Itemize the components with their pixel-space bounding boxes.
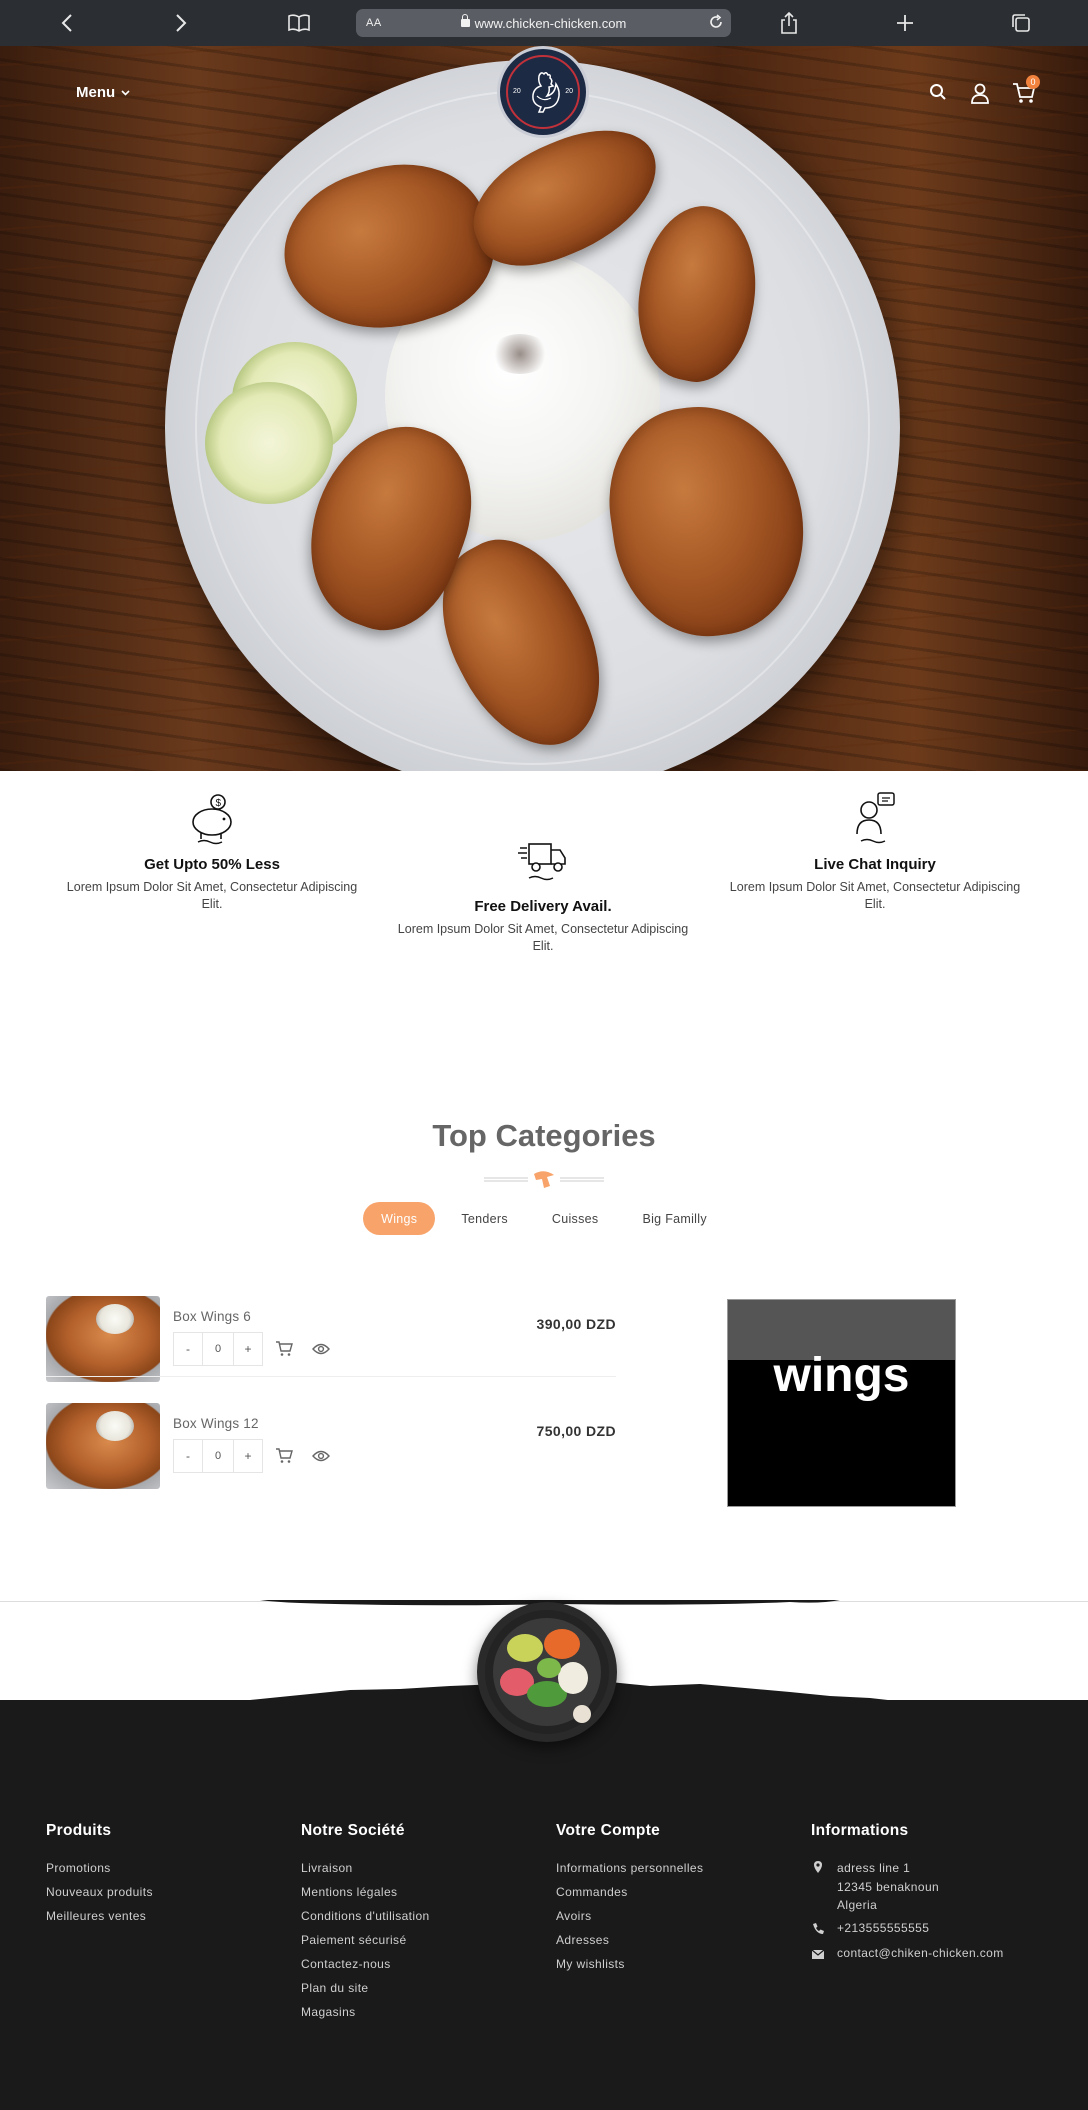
- tab-cuisses[interactable]: Cuisses: [534, 1202, 617, 1235]
- category-banner[interactable]: wings: [727, 1299, 956, 1507]
- footer-link[interactable]: Mentions légales: [301, 1885, 430, 1909]
- feature-title: Free Delivery Avail.: [474, 898, 612, 915]
- feature-delivery: Free Delivery Avail. Lorem Ipsum Dolor S…: [393, 832, 693, 955]
- product-name[interactable]: Box Wings 12: [173, 1416, 259, 1431]
- phone-number[interactable]: +213555555555: [837, 1921, 929, 1936]
- feature-discount: $ Get Upto 50% Less Lorem Ipsum Dolor Si…: [62, 790, 362, 913]
- footer-link[interactable]: My wishlists: [556, 1957, 703, 1981]
- feature-text: Lorem Ipsum Dolor Sit Amet, Consectetur …: [66, 880, 358, 911]
- footer-col-produits: Produits Promotions Nouveaux produits Me…: [46, 1822, 153, 1933]
- qty-plus-button[interactable]: +: [233, 1332, 263, 1366]
- feature-title: Live Chat Inquiry: [814, 856, 936, 873]
- title-divider-ornament: [484, 1168, 604, 1190]
- footer-heading: Votre Compte: [556, 1822, 661, 1839]
- divider: [46, 1376, 616, 1377]
- product-price: 750,00 DZD: [536, 1423, 616, 1439]
- share-icon[interactable]: [774, 8, 804, 38]
- quick-view-eye-icon[interactable]: [312, 1449, 332, 1469]
- piggy-bank-icon: $: [184, 790, 240, 846]
- feature-live-chat: Live Chat Inquiry Lorem Ipsum Dolor Sit …: [725, 790, 1025, 913]
- footer-link[interactable]: Promotions: [46, 1861, 153, 1885]
- tab-wings[interactable]: Wings: [363, 1202, 436, 1235]
- footer-link[interactable]: Conditions d'utilisation: [301, 1909, 430, 1933]
- phone-row: +213555555555: [811, 1921, 1004, 1936]
- qty-input[interactable]: 0: [203, 1439, 233, 1473]
- footer-link[interactable]: Livraison: [301, 1861, 430, 1885]
- category-tabs: Wings Tenders Cuisses Big Familly: [0, 1202, 1088, 1235]
- feature-text: Lorem Ipsum Dolor Sit Amet, Consectetur …: [729, 880, 1021, 911]
- product-name[interactable]: Box Wings 6: [173, 1309, 251, 1324]
- footer-link[interactable]: Plan du site: [301, 1981, 430, 2005]
- footer-link[interactable]: Contactez-nous: [301, 1957, 430, 1981]
- tabs-overview-icon[interactable]: [1006, 8, 1036, 38]
- feature-text: Lorem Ipsum Dolor Sit Amet, Consectetur …: [397, 922, 689, 953]
- hero-food-image: [0, 46, 1088, 771]
- product-price: 390,00 DZD: [536, 1316, 616, 1332]
- footer-link[interactable]: Informations personnelles: [556, 1861, 703, 1885]
- section-title: Top Categories: [432, 1118, 656, 1153]
- address-line: Algeria: [837, 1898, 878, 1912]
- footer-link[interactable]: Magasins: [301, 2005, 430, 2029]
- footer-heading: Produits: [46, 1822, 112, 1839]
- qty-minus-button[interactable]: -: [173, 1439, 203, 1473]
- footer-col-informations: Informations adress line 1 12345 benakno…: [811, 1822, 1004, 1961]
- product-image[interactable]: [46, 1403, 160, 1489]
- tab-tenders[interactable]: Tenders: [443, 1202, 526, 1235]
- footer-col-societe: Notre Société Livraison Mentions légales…: [301, 1822, 430, 2029]
- email-icon: [811, 1947, 825, 1961]
- email-row: contact@chiken-chicken.com: [811, 1946, 1004, 1961]
- browser-toolbar: AA www.chicken-chicken.com: [0, 0, 1088, 46]
- quantity-stepper: - 0 +: [173, 1439, 263, 1473]
- footer-col-compte: Votre Compte Informations personnelles C…: [556, 1822, 703, 1981]
- address-block: adress line 1 12345 benaknoun Algeria: [811, 1859, 1004, 1915]
- user-account-icon[interactable]: [970, 82, 994, 106]
- feature-title: Get Upto 50% Less: [144, 856, 280, 873]
- cart-count-badge: 0: [1026, 75, 1040, 89]
- salad-bowl-image: [477, 1602, 617, 1742]
- qty-plus-button[interactable]: +: [233, 1439, 263, 1473]
- chat-support-icon: [847, 790, 903, 846]
- email-address[interactable]: contact@chiken-chicken.com: [837, 1946, 1004, 1961]
- back-arrow-icon[interactable]: [52, 8, 82, 38]
- svg-text:$: $: [216, 798, 222, 809]
- lock-icon: [460, 13, 470, 27]
- qty-minus-button[interactable]: -: [173, 1332, 203, 1366]
- delivery-truck-icon: [515, 832, 571, 888]
- url-text: www.chicken-chicken.com: [356, 13, 731, 31]
- phone-icon: [811, 1922, 825, 1936]
- footer-link[interactable]: Meilleures ventes: [46, 1909, 153, 1933]
- qty-input[interactable]: 0: [203, 1332, 233, 1366]
- footer-link[interactable]: Avoirs: [556, 1909, 703, 1933]
- address-line: adress line 1: [837, 1861, 911, 1875]
- new-tab-plus-icon[interactable]: [890, 8, 920, 38]
- address-bar[interactable]: AA www.chicken-chicken.com: [356, 9, 731, 37]
- footer-heading: Notre Société: [301, 1822, 405, 1839]
- add-to-cart-icon[interactable]: [275, 1340, 295, 1360]
- product-image[interactable]: [46, 1296, 160, 1382]
- footer-link[interactable]: Paiement sécurisé: [301, 1933, 430, 1957]
- quantity-stepper: - 0 +: [173, 1332, 263, 1366]
- address-line: 12345 benaknoun: [837, 1879, 940, 1894]
- banner-word: wings: [773, 1349, 910, 1402]
- location-pin-icon: [811, 1860, 825, 1874]
- site-logo[interactable]: 20 20: [497, 46, 589, 138]
- footer-link[interactable]: Commandes: [556, 1885, 703, 1909]
- reload-icon[interactable]: [707, 13, 725, 34]
- footer-link[interactable]: Adresses: [556, 1933, 703, 1957]
- footer-heading: Informations: [811, 1822, 909, 1839]
- forward-arrow-icon[interactable]: [166, 8, 196, 38]
- chevron-down-icon: [121, 89, 130, 96]
- quick-view-eye-icon[interactable]: [312, 1342, 332, 1362]
- add-to-cart-icon[interactable]: [275, 1447, 295, 1467]
- menu-label: Menu: [76, 84, 116, 101]
- product-row: Box Wings 12 750,00 DZD - 0 +: [46, 1403, 616, 1495]
- product-row: Box Wings 6 390,00 DZD - 0 +: [46, 1296, 616, 1388]
- rooster-icon: [532, 71, 560, 113]
- menu-button[interactable]: Menu: [76, 84, 130, 101]
- bookmarks-book-icon[interactable]: [284, 8, 314, 38]
- tab-big-familly[interactable]: Big Familly: [624, 1202, 724, 1235]
- footer-link[interactable]: Nouveaux produits: [46, 1885, 153, 1909]
- search-icon[interactable]: [928, 82, 952, 106]
